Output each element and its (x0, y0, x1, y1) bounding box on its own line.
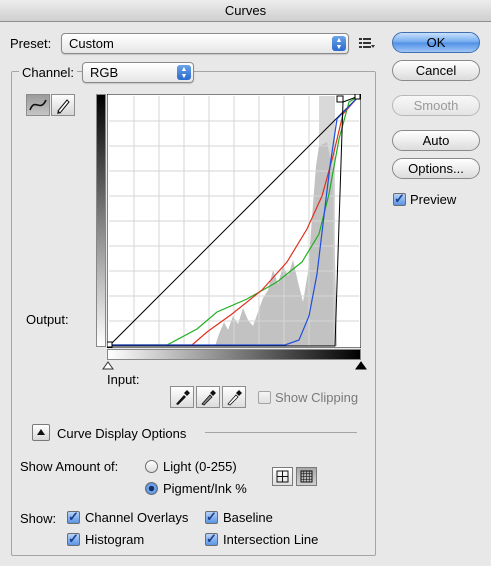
channel-value: RGB (90, 65, 119, 80)
preview-label: Preview (410, 192, 457, 207)
curve-point-tool-button[interactable] (26, 94, 50, 116)
gray-point-eyedropper-button[interactable] (196, 386, 220, 408)
intersection-line-label: Intersection Line (223, 532, 319, 547)
channel-overlays-checkbox[interactable]: ✓ (67, 510, 80, 524)
black-point-handle[interactable] (107, 341, 113, 348)
curves-graph[interactable] (107, 94, 361, 348)
popup-arrows-icon: ▲ ▼ (332, 36, 346, 51)
pencil-tool-button[interactable] (51, 94, 75, 116)
eyedropper-icon (201, 390, 216, 406)
show-clipping-checkbox[interactable] (258, 391, 271, 404)
divider (205, 432, 357, 433)
display-options-label: Curve Display Options (57, 426, 187, 441)
ok-button[interactable]: OK (392, 32, 480, 53)
show-clipping-label: Show Clipping (275, 390, 359, 405)
white-point-handle[interactable] (354, 94, 361, 100)
black-point-eyedropper-button[interactable] (170, 386, 194, 408)
popup-arrows-icon: ▲ ▼ (177, 65, 191, 80)
show-amount-label: Show Amount of: (20, 459, 119, 474)
options-button[interactable]: Options... (392, 158, 480, 179)
channel-overlays-label: Channel Overlays (85, 510, 189, 525)
preset-value: Custom (69, 36, 114, 51)
output-label: Output: (26, 312, 69, 327)
cancel-button[interactable]: Cancel (392, 60, 480, 81)
detailed-grid-button[interactable] (296, 467, 317, 486)
histogram-checkbox[interactable]: ✓ (67, 532, 80, 546)
simple-grid-button[interactable] (272, 467, 293, 486)
curve-tool-icon (29, 99, 47, 111)
grid-10x10-icon (300, 470, 313, 483)
baseline-checkbox[interactable]: ✓ (205, 510, 218, 524)
preset-options-menu-icon[interactable] (356, 35, 376, 51)
output-gradient-bar (96, 94, 106, 347)
triangle-up-icon (37, 429, 45, 435)
preview-checkbox[interactable]: ✓ (393, 192, 406, 206)
histogram-label: Histogram (85, 532, 145, 547)
preset-label: Preset: (10, 36, 52, 51)
input-gradient-bar (107, 349, 361, 360)
pigment-option-label: Pigment/Ink % (163, 481, 247, 496)
input-label: Input: (107, 372, 140, 387)
light-option-label: Light (0-255) (163, 459, 237, 474)
pencil-icon (57, 99, 70, 114)
smooth-button[interactable]: Smooth (392, 95, 480, 116)
black-input-slider-icon[interactable] (102, 361, 114, 370)
light-radio[interactable] (145, 460, 158, 473)
eyedropper-icon (176, 390, 190, 405)
window-title: Curves (0, 0, 491, 22)
intersection-line-checkbox[interactable]: ✓ (205, 532, 218, 546)
eyedropper-icon (227, 390, 242, 406)
grid-4x4-icon (276, 470, 289, 483)
white-point-eyedropper-button[interactable] (222, 386, 246, 408)
channel-dropdown[interactable]: RGB ▲ ▼ (82, 62, 194, 83)
baseline-label: Baseline (223, 510, 273, 525)
preset-dropdown[interactable]: Custom ▲ ▼ (61, 33, 349, 54)
white-input-slider-icon[interactable] (355, 361, 367, 370)
pigment-radio[interactable] (145, 482, 158, 495)
auto-button[interactable]: Auto (392, 130, 480, 151)
show-label: Show: (20, 511, 57, 526)
channel-label: Channel: (19, 65, 78, 80)
display-options-disclosure-button[interactable] (32, 424, 50, 441)
